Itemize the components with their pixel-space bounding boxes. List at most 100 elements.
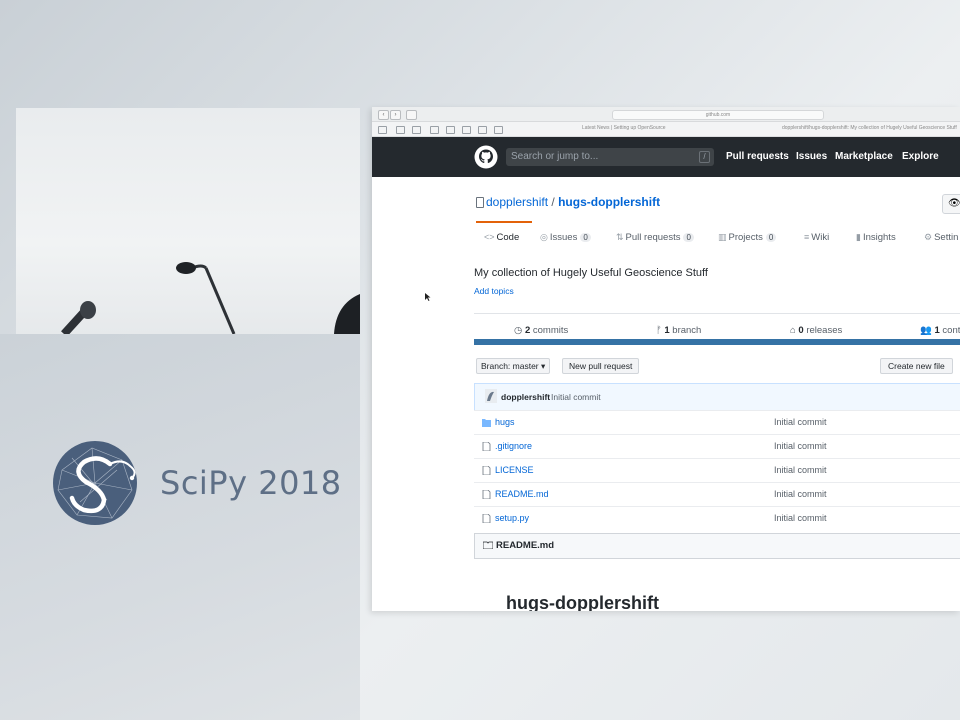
repo-separator: /	[551, 195, 555, 209]
caret-down-icon: ▾	[541, 361, 546, 371]
create-new-file-button[interactable]: Create new file	[880, 358, 953, 374]
add-topics-link[interactable]: Add topics	[474, 286, 514, 296]
sidebar-toggle-button[interactable]	[406, 110, 417, 120]
github-logo-icon[interactable]	[474, 145, 498, 169]
file-row[interactable]: setup.py Initial commit	[474, 506, 960, 530]
tab-label: Issues	[549, 232, 578, 243]
releases-link[interactable]: ⌂ 0 releases	[790, 325, 842, 336]
contributors-label: cont	[942, 325, 960, 336]
file-icon	[482, 442, 491, 451]
file-row[interactable]: LICENSE Initial commit	[474, 458, 960, 482]
repo-name-link[interactable]: hugs-dopplershift	[558, 195, 660, 209]
tab-counter: 0	[683, 233, 694, 242]
bookmark-icon[interactable]	[378, 126, 387, 134]
tab-projects[interactable]: ▥ Projects 0	[718, 232, 777, 243]
bookmark-icon[interactable]	[396, 126, 405, 134]
tag-icon: ⌂	[790, 325, 796, 336]
file-row[interactable]: README.md Initial commit	[474, 482, 960, 506]
repo-tabs: <> Code ◎ Issues 0 ⇅ Pull requests 0 ▥ Project…	[372, 225, 960, 251]
nav-explore[interactable]: Explore	[902, 151, 939, 162]
contributors-link[interactable]: 👥 1 cont	[920, 325, 960, 336]
search-placeholder: Search or jump to...	[511, 151, 599, 162]
commit-author-link[interactable]: dopplershift	[501, 392, 550, 402]
bookmark-icon[interactable]	[412, 126, 421, 134]
file-commit-message[interactable]: Initial commit	[774, 489, 827, 499]
people-icon: 👥	[920, 325, 932, 336]
file-commit-message[interactable]: Initial commit	[774, 417, 827, 427]
bookmark-icon[interactable]	[462, 126, 471, 134]
bookmark-icon[interactable]	[494, 126, 503, 134]
book-icon	[483, 541, 493, 549]
tab-insights[interactable]: ▮ Insights	[856, 232, 896, 243]
file-row[interactable]: .gitignore Initial commit	[474, 434, 960, 458]
tab-pull-requests[interactable]: ⇅ Pull requests 0	[616, 232, 694, 243]
tab-label: Settin	[934, 232, 959, 243]
gear-icon: ⚙	[924, 232, 933, 242]
readme-title: hugs-dopplershift	[506, 593, 659, 611]
readme-header: README.md	[474, 533, 960, 559]
repo-owner-link[interactable]: dopplershift	[486, 195, 548, 209]
pull-request-icon: ⇅	[616, 232, 624, 242]
address-bar[interactable]: github.com	[612, 110, 824, 120]
file-commit-message[interactable]: Initial commit	[774, 513, 827, 523]
selected-tab-indicator	[476, 221, 532, 223]
file-icon	[482, 466, 491, 475]
graph-icon: ▮	[856, 232, 861, 242]
github-header: Search or jump to... / Pull requests Iss…	[372, 137, 960, 177]
project-icon: ▥	[718, 232, 727, 242]
releases-count: 0	[798, 325, 804, 336]
file-commit-message[interactable]: Initial commit	[774, 465, 827, 475]
readme-filename: README.md	[496, 540, 555, 551]
commit-message[interactable]: Initial commit	[551, 392, 601, 402]
tab-counter: 0	[580, 233, 591, 242]
tab-label: Projects	[728, 232, 763, 243]
nav-marketplace[interactable]: Marketplace	[835, 151, 893, 162]
tab-counter: 0	[765, 233, 777, 242]
forward-button[interactable]: ›	[390, 110, 401, 120]
github-search-input[interactable]: Search or jump to... /	[506, 148, 714, 166]
branches-link[interactable]: ᚠ 1 branch	[656, 325, 701, 336]
commits-link[interactable]: ◷ 2 commits	[514, 325, 568, 336]
branch-select-button[interactable]: Branch: master ▾	[476, 358, 551, 374]
file-row[interactable]: hugs Initial commit	[474, 410, 960, 434]
watch-button[interactable]: 👁	[942, 194, 960, 214]
tab-label: Insights	[862, 232, 896, 243]
tab-title[interactable]: dopplershift/hugs-dopplershift: My colle…	[782, 125, 957, 131]
file-name-link[interactable]: README.md	[495, 489, 549, 499]
file-commit-message[interactable]: Initial commit	[774, 441, 827, 451]
tab-label: Pull requests	[625, 232, 681, 243]
file-name-link[interactable]: setup.py	[495, 513, 529, 523]
nav-issues[interactable]: Issues	[796, 151, 827, 162]
scipy-2018-logo-text: SciPy 2018	[160, 464, 342, 502]
slide-background	[0, 334, 360, 720]
wiki-icon: ≡	[804, 232, 810, 242]
back-button[interactable]: ‹	[378, 110, 389, 120]
new-pull-request-button[interactable]: New pull request	[562, 358, 640, 374]
tab-label: Code	[496, 232, 520, 243]
tab-wiki[interactable]: ≡ Wiki	[804, 232, 829, 243]
bookmark-label[interactable]: Latest News | Setting up OpenSource	[582, 125, 666, 131]
browser-window: ‹ › github.com Latest News | Setting up …	[372, 107, 960, 611]
speaker-video-frame	[16, 108, 360, 334]
folder-icon	[482, 419, 491, 427]
file-name-link[interactable]: .gitignore	[495, 441, 532, 451]
avatar[interactable]	[485, 389, 497, 403]
bookmark-icon[interactable]	[430, 126, 439, 134]
file-icon	[482, 514, 491, 523]
tab-code[interactable]: <> Code	[484, 232, 519, 243]
bookmark-icon[interactable]	[446, 126, 455, 134]
tab-settings[interactable]: ⚙ Settin	[924, 232, 958, 243]
commits-count: 2	[524, 325, 531, 336]
tab-issues[interactable]: ◎ Issues 0	[540, 232, 591, 243]
contributors-count: 1	[934, 325, 940, 336]
bookmarks-bar: Latest News | Setting up OpenSource dopp…	[372, 122, 960, 137]
issue-icon: ◎	[540, 232, 548, 242]
nav-pull-requests[interactable]: Pull requests	[726, 151, 789, 162]
latest-commit-bar: dopplershift Initial commit	[474, 383, 960, 411]
tab-label: Wiki	[811, 232, 830, 243]
file-name-link[interactable]: hugs	[495, 417, 515, 427]
branch-select-label: Branch: master	[481, 361, 539, 371]
language-bar[interactable]	[474, 339, 960, 345]
file-name-link[interactable]: LICENSE	[495, 465, 534, 475]
bookmark-icon[interactable]	[478, 126, 487, 134]
